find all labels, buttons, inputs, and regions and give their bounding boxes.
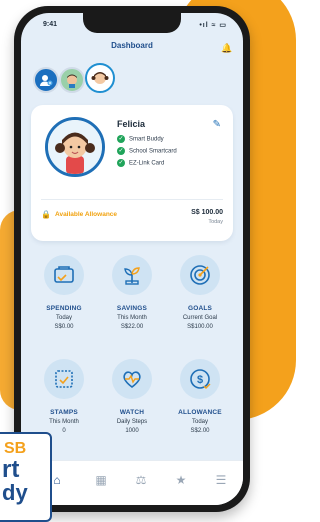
- allowance-period: Today: [208, 219, 223, 225]
- tile-subtitle: Today: [191, 419, 208, 425]
- tile-subtitle: Today: [55, 315, 72, 321]
- dashboard-grid: SPENDING Today S$0.00 SAVINGS This Month…: [31, 249, 233, 459]
- feature-label: Smart Buddy: [129, 136, 164, 143]
- wallet-icon: [44, 255, 84, 295]
- feature-item: ✓ School Smartcard: [117, 147, 177, 155]
- bottom-nav: ⌂ ▦ ⚖ ★ ☰: [21, 460, 243, 505]
- profile-name: Felicia: [117, 119, 146, 129]
- tile-subtitle: Current Goal: [182, 315, 218, 321]
- status-signal: •ıl ≈ ▭: [199, 22, 227, 29]
- target-icon: [180, 255, 220, 295]
- feature-label: EZ-Link Card: [129, 160, 165, 167]
- tile-value: 1000: [125, 428, 139, 434]
- child-avatar-felicia[interactable]: [85, 63, 115, 93]
- child-avatar-boy[interactable]: [59, 67, 85, 93]
- phone-notch: [83, 13, 181, 33]
- tile-value: S$0.00: [54, 324, 74, 330]
- tile-label: GOALS: [187, 305, 213, 312]
- tile-value: S$22.00: [120, 324, 144, 330]
- girl-avatar-icon: [91, 72, 109, 84]
- page-title: Dashboard: [111, 41, 153, 50]
- profile-card: Felicia ✎ ✓ Smart Buddy ✓ School Smartcard…: [31, 105, 233, 241]
- add-user-icon: [40, 75, 53, 86]
- heart-rate-icon: [112, 359, 152, 399]
- stamp-icon: [44, 359, 84, 399]
- tile-label: SAVINGS: [116, 305, 148, 312]
- tile-subtitle: This Month: [117, 315, 147, 321]
- feature-label: School Smartcard: [129, 148, 177, 155]
- allowance-amount: S$ 100.00: [191, 209, 223, 216]
- dollar-icon: $: [180, 359, 220, 399]
- check-icon: ✓: [117, 159, 125, 167]
- add-child-avatar[interactable]: [33, 67, 59, 93]
- tile-label: WATCH: [119, 409, 145, 416]
- transactions-icon[interactable]: ⚖: [131, 473, 151, 493]
- plant-coin-icon: [112, 255, 152, 295]
- brand-badge: SB rt dy: [0, 432, 52, 522]
- tile-goals[interactable]: GOALS Current Goal S$100.00: [167, 249, 233, 345]
- tile-label: SPENDING: [46, 305, 82, 312]
- feature-item: ✓ EZ-Link Card: [117, 159, 164, 167]
- tile-subtitle: Daily Steps: [116, 419, 148, 425]
- boy-avatar-icon: [67, 74, 77, 88]
- allowance-label: Available Allowance: [55, 211, 118, 218]
- tile-value: S$100.00: [187, 324, 213, 330]
- check-icon: ✓: [117, 135, 125, 143]
- check-icon: ✓: [117, 147, 125, 155]
- app-screen: 9:41 •ıl ≈ ▭ Dashboard 🔔 Felicia ✎ ✓ Sma…: [21, 13, 243, 505]
- lock-icon: 🔒: [41, 210, 51, 219]
- tile-watch[interactable]: WATCH Daily Steps 1000: [99, 353, 165, 449]
- tile-allowance[interactable]: $ ALLOWANCE Today S$2.00: [167, 353, 233, 449]
- svg-text:$: $: [197, 374, 203, 386]
- tile-subtitle: This Month: [49, 419, 79, 425]
- tile-label: STAMPS: [50, 409, 78, 416]
- available-allowance-row[interactable]: 🔒 Available Allowance S$ 100.00 Today: [41, 207, 223, 233]
- profile-avatar: [45, 117, 105, 177]
- status-time: 9:41: [43, 21, 58, 28]
- tile-label: ALLOWANCE: [178, 409, 222, 416]
- bell-icon[interactable]: 🔔: [221, 43, 232, 53]
- edit-icon[interactable]: ✎: [213, 119, 221, 130]
- tile-spending[interactable]: SPENDING Today S$0.00: [31, 249, 97, 345]
- menu-icon[interactable]: ☰: [211, 473, 231, 493]
- badge-line-3: dy: [2, 480, 28, 505]
- feature-item: ✓ Smart Buddy: [117, 135, 164, 143]
- card-divider: [41, 199, 223, 200]
- book-icon[interactable]: ▦: [91, 473, 111, 493]
- star-icon[interactable]: ★: [171, 473, 191, 493]
- girl-avatar-icon: [48, 120, 102, 174]
- tile-savings[interactable]: SAVINGS This Month S$22.00: [99, 249, 165, 345]
- tile-value: S$2.00: [190, 428, 210, 434]
